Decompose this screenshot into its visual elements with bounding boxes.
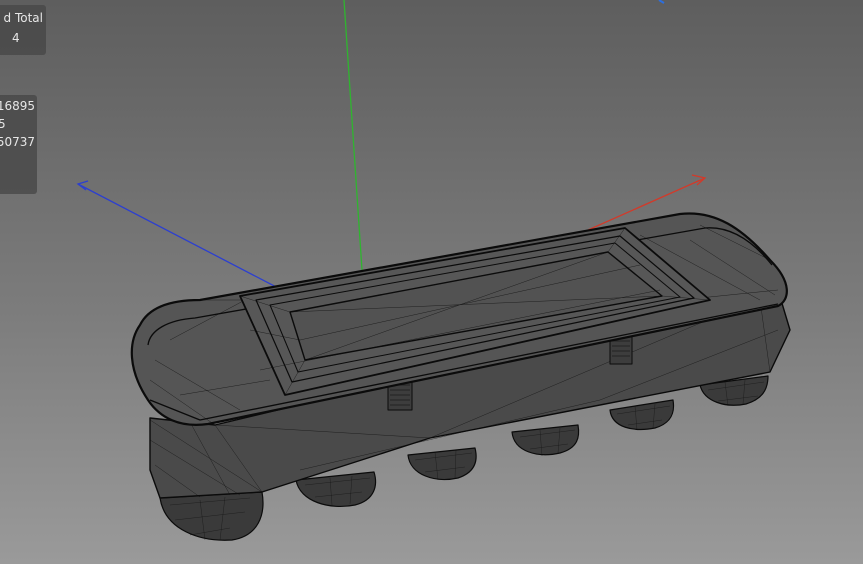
z-axis-line — [77, 183, 283, 291]
wireframe-model — [130, 212, 791, 541]
offscreen-axis-tip — [658, 0, 665, 4]
overlay-header: d Total — [3, 11, 43, 25]
overlay-total-value: 4 — [12, 31, 20, 45]
stats-overlay-counts: 16895 5 50737 — [0, 95, 37, 194]
y-axis-line — [343, 0, 363, 271]
stat-value: 5 — [0, 117, 6, 131]
stat-value: 50737 — [0, 135, 35, 149]
3d-viewport[interactable] — [0, 0, 863, 564]
stat-value: 16895 — [0, 99, 35, 113]
stats-overlay-total: d Total 4 — [0, 5, 46, 55]
